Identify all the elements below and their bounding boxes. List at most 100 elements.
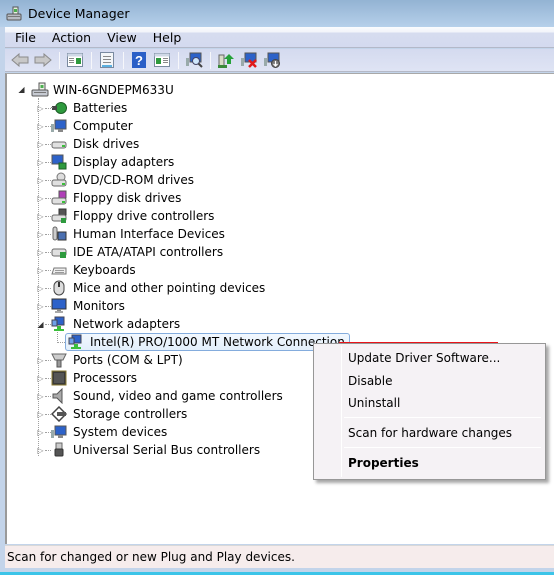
- toolbar-separator: [210, 51, 211, 69]
- expand-arrow-icon[interactable]: ▷: [36, 284, 45, 293]
- tree-item-dvd-cd-rom-drives[interactable]: ▷ DVD/CD-ROM drives: [36, 171, 196, 189]
- tree-item-storage-controllers[interactable]: ▷ Storage controllers: [36, 405, 189, 423]
- processor-icon: [51, 370, 67, 386]
- tree-item-keyboards[interactable]: ▷ Keyboards: [36, 261, 138, 279]
- expand-arrow-icon[interactable]: ▷: [36, 122, 45, 131]
- collapse-arrow-icon[interactable]: ◢: [17, 85, 26, 94]
- svg-text:?: ?: [135, 53, 143, 68]
- title-bar[interactable]: Device Manager: [0, 0, 554, 27]
- expand-arrow-icon[interactable]: ▷: [36, 158, 45, 167]
- update-driver-icon: [217, 54, 234, 68]
- context-menu-gutter: [341, 346, 342, 477]
- disable-button[interactable]: [261, 50, 282, 70]
- computer-icon: [51, 118, 67, 134]
- tree-item-system-devices[interactable]: ▷ System devices: [36, 423, 169, 441]
- menu-file[interactable]: File: [5, 27, 44, 48]
- device-manager-icon: [6, 6, 22, 22]
- tree-item-monitors[interactable]: ▷ Monitors: [36, 297, 127, 315]
- context-menu-uninstall[interactable]: Uninstall: [348, 393, 400, 413]
- toolbar-separator: [59, 51, 60, 69]
- tree-item-ide-ata-atapi-controllers[interactable]: ▷ IDE ATA/ATAPI controllers: [36, 243, 225, 261]
- display-adapter-icon: [51, 154, 67, 170]
- toolbar-separator: [178, 51, 179, 69]
- floppy-controller-icon: [51, 208, 67, 224]
- expand-arrow-icon[interactable]: ▷: [36, 230, 45, 239]
- context-menu-properties[interactable]: Properties: [348, 453, 419, 473]
- tree-item-processors[interactable]: ▷ Processors: [36, 369, 139, 387]
- menu-bar: File Action View Help: [5, 27, 554, 48]
- menu-view[interactable]: View: [99, 27, 145, 48]
- expand-arrow-icon[interactable]: ▷: [36, 428, 45, 437]
- tree-item-disk-drives[interactable]: ▷ Disk drives: [36, 135, 141, 153]
- tree-item-batteries[interactable]: ▷ Batteries: [36, 99, 129, 117]
- expand-arrow-icon[interactable]: ▷: [36, 104, 45, 113]
- expand-arrow-icon[interactable]: ▷: [36, 374, 45, 383]
- forward-button[interactable]: [32, 50, 53, 70]
- properties-button[interactable]: [96, 50, 117, 70]
- expand-arrow-icon[interactable]: ▷: [36, 212, 45, 221]
- expand-arrow-icon[interactable]: ▷: [36, 266, 45, 275]
- tree-connector: [57, 342, 65, 343]
- expand-arrow-icon[interactable]: ▷: [36, 194, 45, 203]
- floppy-disk-icon: [51, 190, 67, 206]
- tree-item-floppy-disk-drives[interactable]: ▷ Floppy disk drives: [36, 189, 183, 207]
- mouse-icon: [51, 280, 67, 296]
- tree-item-label: DVD/CD-ROM drives: [73, 173, 195, 187]
- tree-item-label: Batteries: [73, 101, 128, 115]
- tree-item-network-adapters[interactable]: ◢ Network adapters: [36, 315, 182, 333]
- tree-item-ports-com-lpt[interactable]: ▷ Ports (COM & LPT): [36, 351, 185, 369]
- tree-item-label: Storage controllers: [73, 407, 188, 421]
- toolbar: ?: [5, 49, 554, 72]
- tree-item-label: Mice and other pointing devices: [73, 281, 266, 295]
- tree-item-sound-video-and-game-controllers[interactable]: ▷ Sound, video and game controllers: [36, 387, 285, 405]
- expand-arrow-icon[interactable]: ▷: [36, 248, 45, 257]
- port-icon: [51, 352, 67, 368]
- show-hide-console-tree-button[interactable]: [64, 50, 85, 70]
- disable-device-icon: [263, 52, 280, 68]
- update-driver-button[interactable]: [215, 50, 236, 70]
- menu-action[interactable]: Action: [44, 27, 99, 48]
- context-menu-update-driver[interactable]: Update Driver Software...: [348, 348, 500, 368]
- menu-help[interactable]: Help: [145, 27, 190, 48]
- help-button[interactable]: ?: [128, 50, 149, 70]
- tree-item-universal-serial-bus-controllers[interactable]: ▷ Universal Serial Bus controllers: [36, 441, 262, 459]
- expand-arrow-icon[interactable]: ▷: [36, 140, 45, 149]
- collapse-arrow-icon[interactable]: ◢: [36, 320, 45, 329]
- tree-item-mice-and-other-pointing-devices[interactable]: ▷ Mice and other pointing devices: [36, 279, 267, 297]
- status-bar: Scan for changed or new Plug and Play de…: [5, 545, 554, 568]
- tree-root[interactable]: ◢ WIN-6GNDEPM633U: [17, 81, 176, 99]
- context-menu-disable[interactable]: Disable: [348, 371, 393, 391]
- status-text: Scan for changed or new Plug and Play de…: [7, 550, 295, 564]
- help-icon: ?: [131, 52, 146, 68]
- expand-arrow-icon[interactable]: ▷: [36, 410, 45, 419]
- ide-controller-icon: [51, 244, 67, 260]
- tree-item-floppy-drive-controllers[interactable]: ▷ Floppy drive controllers: [36, 207, 216, 225]
- context-menu-separator: [344, 447, 541, 448]
- expand-arrow-icon[interactable]: ▷: [36, 356, 45, 365]
- tree-item-label: Floppy drive controllers: [73, 209, 215, 223]
- expand-arrow-icon[interactable]: ▷: [36, 392, 45, 401]
- tree-item-computer[interactable]: ▷ Computer: [36, 117, 135, 135]
- back-button[interactable]: [9, 50, 30, 70]
- window-title: Device Manager: [28, 6, 130, 21]
- tree-item-label: Processors: [73, 371, 138, 385]
- expand-arrow-icon[interactable]: ▷: [36, 302, 45, 311]
- toolbar-separator: [91, 51, 92, 69]
- scan-hardware-button[interactable]: [183, 50, 204, 70]
- tree-item-human-interface-devices[interactable]: ▷ Human Interface Devices: [36, 225, 227, 243]
- tree-item-intel-pro-1000[interactable]: Intel(R) PRO/1000 MT Network Connection: [65, 333, 350, 351]
- tree-item-display-adapters[interactable]: ▷ Display adapters: [36, 153, 176, 171]
- expand-arrow-icon[interactable]: ▷: [36, 446, 45, 455]
- arrow-right-icon: [34, 53, 52, 67]
- selected-device[interactable]: Intel(R) PRO/1000 MT Network Connection: [65, 333, 350, 351]
- keyboard-icon: [51, 262, 67, 278]
- uninstall-button[interactable]: [238, 50, 259, 70]
- tree-item-label: Display adapters: [73, 155, 175, 169]
- expand-arrow-icon[interactable]: ▷: [36, 176, 45, 185]
- storage-controller-icon: [50, 405, 68, 423]
- show-hide-action-pane-button[interactable]: [151, 50, 172, 70]
- disk-drive-icon: [51, 136, 67, 152]
- usb-icon: [51, 442, 67, 458]
- context-menu-scan-hardware[interactable]: Scan for hardware changes: [348, 423, 512, 443]
- tree-item-label: System devices: [73, 425, 168, 439]
